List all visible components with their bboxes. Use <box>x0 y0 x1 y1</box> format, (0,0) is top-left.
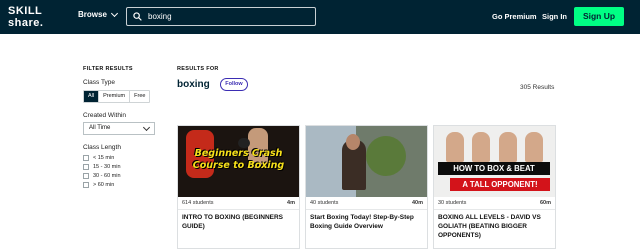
checkbox[interactable] <box>83 182 89 188</box>
checkbox[interactable] <box>83 164 89 170</box>
filter-heading: FILTER RESULTS <box>83 66 133 72</box>
results-count: 305 Results <box>520 84 555 91</box>
instructor-head-image <box>346 134 360 150</box>
boxer-figure <box>498 132 517 162</box>
checkbox[interactable] <box>83 155 89 161</box>
created-within-label: Created Within <box>83 112 126 119</box>
created-within-select[interactable]: All Time <box>83 122 155 135</box>
search-input[interactable] <box>148 12 308 21</box>
class-length-option-label: > 60 min <box>93 182 115 188</box>
class-card[interactable]: 40 students 40m Start Boxing Today! Step… <box>305 125 428 249</box>
thumbnail-caption-line: Course to Boxing <box>192 160 285 171</box>
card-divider <box>306 209 427 210</box>
class-length-option[interactable]: 15 - 30 min <box>83 164 121 170</box>
class-length-option[interactable]: > 60 min <box>83 182 114 188</box>
filter-sidebar: FILTER RESULTS Class Type All Premium Fr… <box>83 66 163 188</box>
boxer-figure <box>472 132 491 162</box>
thumbnail-caption: Beginners Crash Course to Boxing <box>182 148 295 172</box>
class-card[interactable]: HOW TO BOX & BEAT A TALL OPPONENT! 30 st… <box>433 125 556 249</box>
class-type-label: Class Type <box>83 79 116 86</box>
thumbnail-caption-line: A TALL OPPONENT! <box>450 178 550 191</box>
class-duration: 4m <box>287 200 295 206</box>
student-count: 30 students <box>438 200 467 206</box>
plant-image <box>366 136 406 176</box>
results-heading: RESULTS FOR <box>177 66 219 72</box>
card-divider <box>434 209 555 210</box>
class-type-premium[interactable]: Premium <box>99 91 131 102</box>
class-type-all[interactable]: All <box>84 91 100 102</box>
checkbox[interactable] <box>83 173 89 179</box>
class-title[interactable]: Start Boxing Today! Step-By-Step Boxing … <box>310 213 423 231</box>
class-thumbnail[interactable]: HOW TO BOX & BEAT A TALL OPPONENT! <box>434 126 555 197</box>
browse-menu-button[interactable]: Browse <box>78 9 118 19</box>
thumbnail-caption-line: HOW TO BOX & BEAT <box>438 162 550 175</box>
class-length-option-label: 15 - 30 min <box>93 164 121 170</box>
thumbnail-caption-line: Beginners Crash <box>194 148 283 159</box>
search-bar[interactable] <box>126 7 316 26</box>
boxer-figure <box>524 132 543 162</box>
search-query-title: boxing <box>177 79 210 90</box>
class-duration: 40m <box>411 200 423 206</box>
class-duration: 60m <box>539 200 551 206</box>
class-type-free[interactable]: Free <box>130 91 149 102</box>
boxers-group-image <box>434 126 555 162</box>
class-title[interactable]: INTRO TO BOXING (BEGINNERS GUIDE) <box>182 213 295 231</box>
student-count: 614 students <box>182 200 214 206</box>
go-premium-link[interactable]: Go Premium <box>492 12 537 21</box>
logo-line-1: SKILL <box>8 5 43 17</box>
browse-label: Browse <box>78 10 107 19</box>
skillshare-logo[interactable]: SKILL share. <box>8 5 60 29</box>
class-length-label: Class Length <box>83 144 121 151</box>
class-meta: 40 students 40m <box>310 200 423 206</box>
class-card[interactable]: Beginners Crash Course to Boxing 614 stu… <box>177 125 300 249</box>
sign-up-button[interactable]: Sign Up <box>574 7 624 26</box>
class-length-option-label: 30 - 60 min <box>93 173 121 179</box>
logo-line-2: share. <box>8 17 44 29</box>
student-count: 40 students <box>310 200 339 206</box>
card-divider <box>178 209 299 210</box>
class-length-option[interactable]: 30 - 60 min <box>83 173 121 179</box>
class-meta: 30 students 60m <box>438 200 551 206</box>
class-type-toggle: All Premium Free <box>83 90 151 103</box>
follow-button[interactable]: Follow <box>220 78 248 91</box>
search-icon <box>133 12 142 21</box>
chevron-down-icon <box>110 9 118 17</box>
class-title[interactable]: BOXING ALL LEVELS - DAVID VS GOLIATH (BE… <box>438 213 551 240</box>
top-navigation: SKILL share. Browse Go Premium Sign In S… <box>0 0 640 34</box>
class-thumbnail[interactable] <box>306 126 427 197</box>
created-within-value: All Time <box>89 125 111 131</box>
sign-in-link[interactable]: Sign In <box>542 12 567 21</box>
chevron-down-icon <box>142 123 151 132</box>
class-length-option[interactable]: < 15 min <box>83 155 114 161</box>
class-length-option-label: < 15 min <box>93 155 115 161</box>
boxer-figure <box>446 132 465 162</box>
boxing-glove-image <box>238 138 250 148</box>
class-thumbnail[interactable]: Beginners Crash Course to Boxing <box>178 126 299 197</box>
class-meta: 614 students 4m <box>182 200 295 206</box>
